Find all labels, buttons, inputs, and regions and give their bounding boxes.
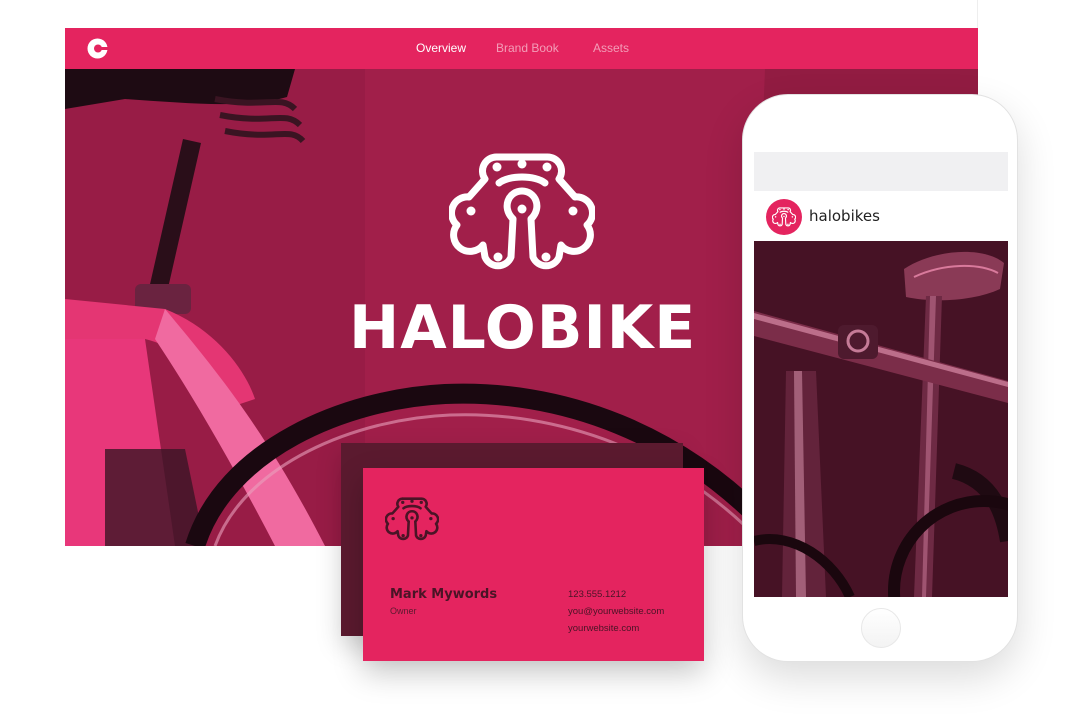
card-website: yourwebsite.com — [568, 623, 640, 634]
brand-chain-logo-icon — [449, 149, 595, 275]
phone-top-bar — [754, 152, 1008, 191]
e-logo-icon[interactable] — [87, 38, 108, 59]
business-card-front: Mark Mywords Owner 123.555.1212 you@your… — [363, 468, 704, 661]
phone-home-button[interactable] — [861, 608, 901, 648]
site-navbar: Overview Brand Book Assets — [65, 28, 978, 69]
card-email: you@yourwebsite.com — [568, 606, 665, 617]
card-title: Owner — [390, 606, 417, 616]
nav-brand-book[interactable]: Brand Book — [496, 41, 559, 55]
card-name: Mark Mywords — [390, 587, 498, 602]
profile-username[interactable]: halobikes — [809, 207, 880, 225]
card-chain-logo-icon — [385, 495, 439, 543]
nav-assets[interactable]: Assets — [593, 41, 629, 55]
avatar-chain-logo-icon — [772, 206, 796, 228]
site-frame-edge — [65, 0, 978, 28]
post-bike-photo[interactable] — [754, 241, 1008, 597]
card-phone: 123.555.1212 — [568, 589, 627, 600]
phone-mockup: halobikes — [742, 94, 1018, 662]
profile-avatar[interactable] — [766, 199, 802, 235]
brand-wordmark: HALOBIKE — [349, 293, 697, 363]
nav-overview[interactable]: Overview — [416, 41, 466, 55]
